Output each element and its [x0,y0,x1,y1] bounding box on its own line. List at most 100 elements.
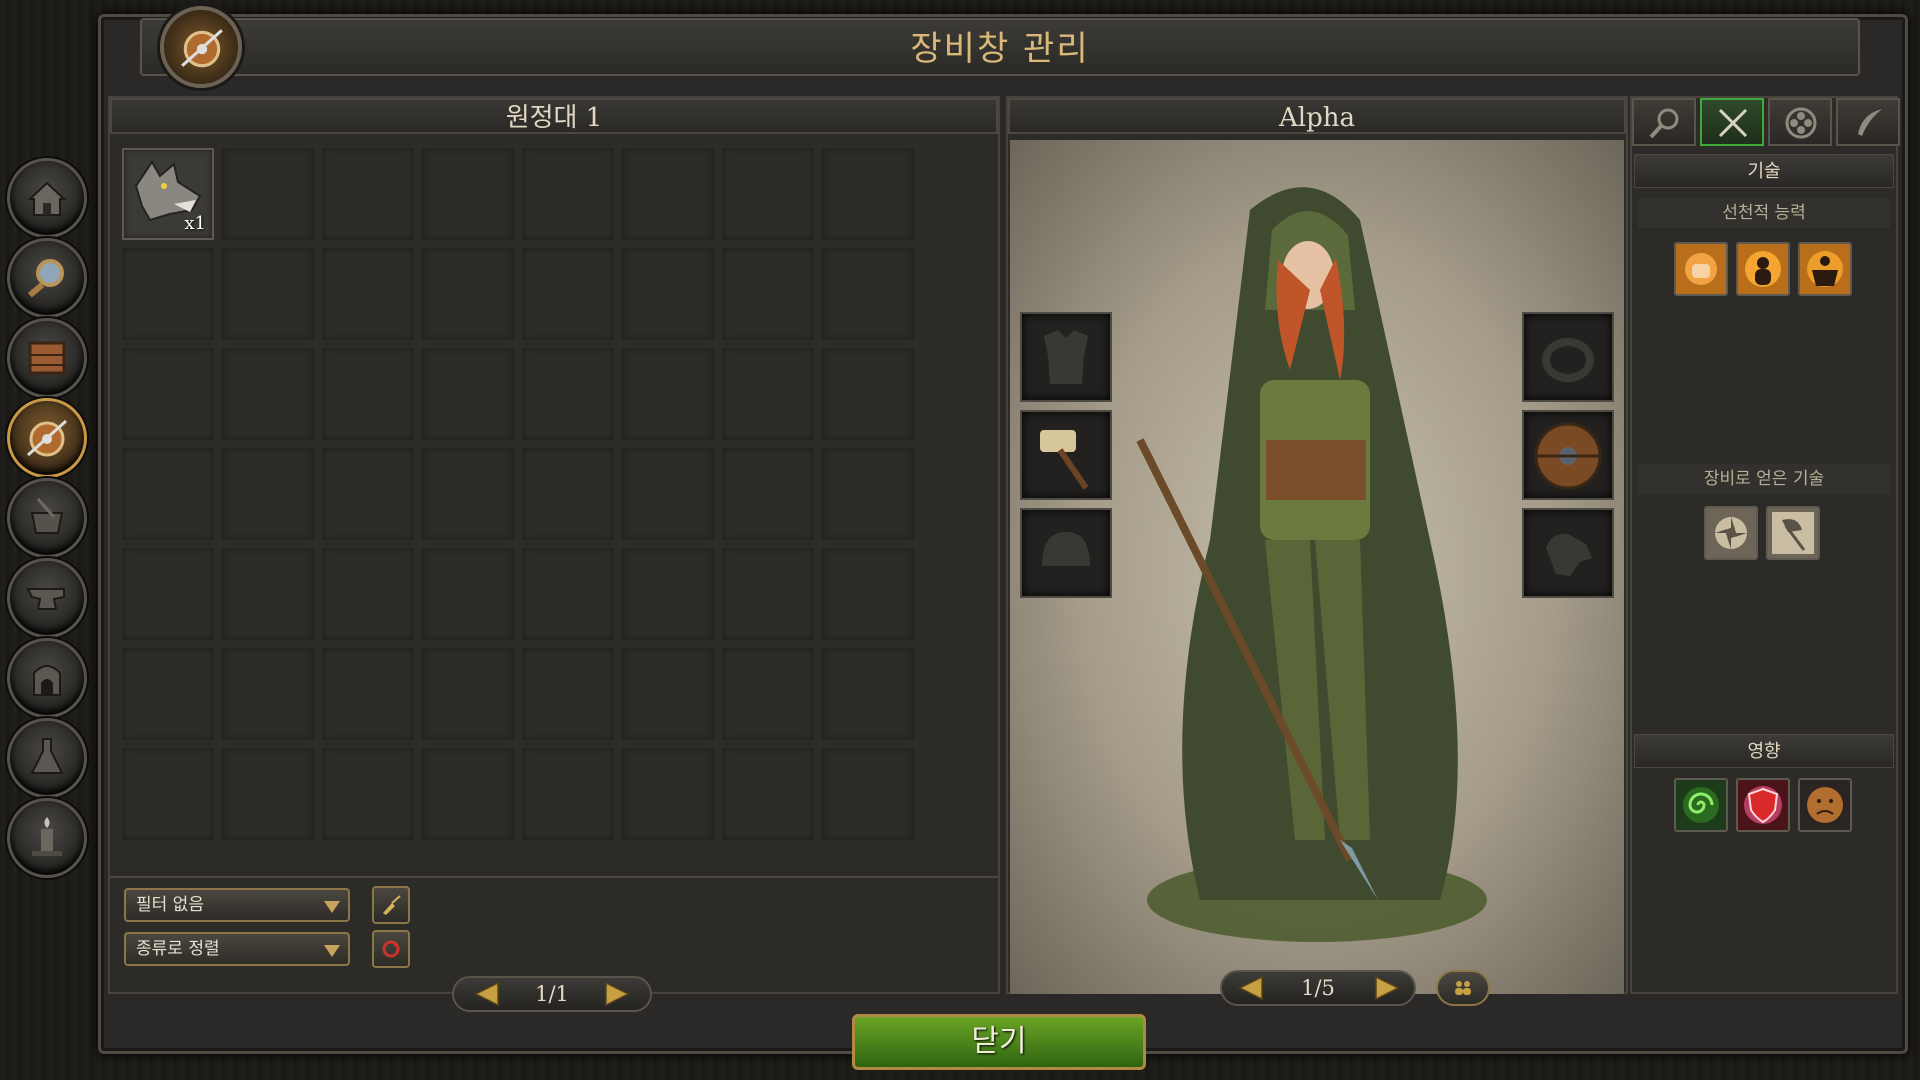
inventory-slot-empty[interactable] [722,648,814,740]
inventory-slot-empty[interactable] [722,348,814,440]
innate-skill-1[interactable] [1674,242,1728,296]
inventory-slot-empty[interactable] [822,348,914,440]
inventory-slot-empty[interactable] [422,148,514,240]
inventory-slot-empty[interactable] [722,548,814,640]
inventory-slot-empty[interactable] [222,248,314,340]
inventory-slot-empty[interactable] [522,248,614,340]
innate-skill-2[interactable] [1736,242,1790,296]
sidebar-cauldron-button[interactable] [7,478,87,558]
inventory-slot-empty[interactable] [622,548,714,640]
inventory-slot-empty[interactable] [222,648,314,740]
inventory-slot-empty[interactable] [122,448,214,540]
equipment-skills-header: 장비로 얻은 기술 [1638,464,1890,494]
sort-dropdown[interactable]: 종류로 정렬 [124,932,350,966]
sidebar-house-button[interactable] [7,158,87,238]
inventory-slot-empty[interactable] [422,348,514,440]
tab-stats[interactable] [1768,98,1832,146]
inventory-slot-empty[interactable] [622,148,714,240]
filter-apply-button[interactable] [372,886,410,924]
inventory-slot-empty[interactable] [422,448,514,540]
character-name: Alpha [1008,98,1626,134]
inventory-slot-empty[interactable] [622,748,714,840]
close-button[interactable]: 닫기 [852,1014,1146,1070]
equip-slot-armor[interactable] [1020,312,1112,402]
inventory-slot-empty[interactable] [122,548,214,640]
sidebar-alchemy-button[interactable] [7,718,87,798]
inventory-slot-empty[interactable] [722,248,814,340]
tab-search[interactable] [1632,98,1696,146]
equip-slot-shield[interactable] [1522,410,1614,500]
tab-combat[interactable] [1700,98,1764,146]
character-next-button[interactable] [1360,973,1410,1003]
sidebar-storage-button[interactable] [7,318,87,398]
inventory-slot-empty[interactable] [122,648,214,740]
sidebar-anvil-button[interactable] [7,558,87,638]
clover-tab-icon [1785,107,1817,139]
equipment-skill-2[interactable] [1766,506,1820,560]
sidebar-candle-button[interactable] [7,798,87,878]
inventory-slot-empty[interactable] [522,748,614,840]
inventory-slot-empty[interactable] [822,148,914,240]
inventory-slot-empty[interactable] [122,348,214,440]
inventory-slot-empty[interactable] [122,748,214,840]
inventory-slot-empty[interactable] [122,248,214,340]
inventory-slot-empty[interactable] [322,148,414,240]
effect-2[interactable] [1736,778,1790,832]
inventory-next-button[interactable] [590,979,640,1009]
inventory-slot-empty[interactable] [522,348,614,440]
inventory-slot-empty[interactable] [622,648,714,740]
inventory-slot-empty[interactable] [422,648,514,740]
sidebar-equipment-button[interactable] [7,398,87,478]
inventory-slot-empty[interactable] [322,448,414,540]
inventory-slot-empty[interactable] [722,448,814,540]
inventory-slot-empty[interactable] [522,548,614,640]
equip-slot-helmet[interactable] [1020,508,1112,598]
filter-dropdown[interactable]: 필터 없음 [124,888,350,922]
equip-slot-pet[interactable] [1522,508,1614,598]
inventory-slot-empty[interactable] [722,148,814,240]
inventory-slot-empty[interactable] [222,448,314,540]
inventory-slot-empty[interactable] [822,448,914,540]
inventory-slot-empty[interactable] [322,548,414,640]
inventory-slot-empty[interactable] [322,348,414,440]
character-pager: 1/5 [1220,970,1416,1006]
equip-slot-weapon[interactable] [1020,410,1112,500]
arrow-right-icon [1375,975,1400,1001]
inventory-slot-empty[interactable] [822,648,914,740]
inventory-slot-empty[interactable] [822,748,914,840]
equip-slot-ring[interactable] [1522,312,1614,402]
fist-skill-icon [1685,253,1717,285]
inventory-slot-empty[interactable] [522,148,614,240]
sidebar-furnace-button[interactable] [7,638,87,718]
inventory-slot-empty[interactable] [722,748,814,840]
party-button[interactable] [1436,970,1490,1006]
inventory-slot-empty[interactable] [422,548,514,640]
inventory-slot-empty[interactable] [822,548,914,640]
inventory-slot-empty[interactable] [222,748,314,840]
innate-skill-3[interactable] [1798,242,1852,296]
inventory-slot-empty[interactable] [522,448,614,540]
tab-notes[interactable] [1836,98,1900,146]
equipment-skill-1[interactable] [1704,506,1758,560]
inventory-slot-empty[interactable] [522,648,614,740]
inventory-slot-empty[interactable] [622,448,714,540]
inventory-slot-empty[interactable] [222,348,314,440]
inventory-slot-empty[interactable] [222,148,314,240]
innate-abilities-header: 선천적 능력 [1638,198,1890,228]
sidebar-search-button[interactable] [7,238,87,318]
inventory-slot-empty[interactable] [622,248,714,340]
inventory-slot-empty[interactable] [222,548,314,640]
inventory-slot-empty[interactable] [422,248,514,340]
inventory-slot-empty[interactable] [422,748,514,840]
inventory-slot-empty[interactable] [322,748,414,840]
inventory-slot-empty[interactable] [322,648,414,740]
inventory-slot-empty[interactable] [322,248,414,340]
inventory-slot-empty[interactable] [622,348,714,440]
inventory-slot-empty[interactable] [822,248,914,340]
inventory-slot-item[interactable]: x1 [122,148,214,240]
filter-dropdown-value: 필터 없음 [136,895,204,915]
effect-3[interactable] [1798,778,1852,832]
inventory-header: 원정대 1 [110,98,998,134]
effect-1[interactable] [1674,778,1728,832]
recycle-button[interactable] [372,930,410,968]
